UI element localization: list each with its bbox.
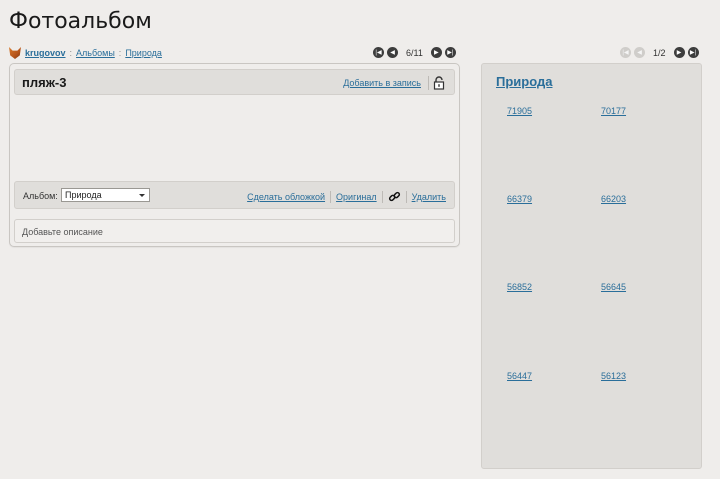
photo-actions: Сделать обложкой Оригинал Удалить (247, 190, 446, 203)
original-link[interactable]: Оригинал (336, 192, 377, 202)
lock-icon[interactable] (433, 76, 445, 90)
last-photo-icon[interactable]: ▶| (444, 47, 456, 58)
delete-link[interactable]: Удалить (412, 192, 446, 202)
divider (405, 190, 407, 203)
thumbnail-link[interactable]: 66203 (601, 194, 626, 204)
next-photo-icon[interactable]: ▶ (430, 47, 442, 58)
divider (381, 190, 383, 203)
divider (330, 190, 332, 203)
thumbnail-link[interactable]: 56123 (601, 371, 626, 381)
album-select-value: Природа (65, 190, 102, 200)
photo-toolbar: Альбом: Природа Сделать обложкой Оригина… (14, 181, 455, 209)
divider (428, 76, 429, 90)
last-page-icon[interactable]: ▶| (687, 47, 699, 58)
thumbnail-link[interactable]: 71905 (507, 106, 532, 116)
prev-photo-icon[interactable]: ◀ (387, 47, 398, 58)
first-photo-icon[interactable]: |◀ (373, 47, 384, 58)
photo-title: пляж-3 (22, 75, 67, 90)
album-panel: Природа 71905 70177 66379 66203 56852 56… (481, 63, 702, 469)
photo-counter: 6/11 (406, 47, 423, 58)
user-avatar-icon (9, 47, 21, 59)
photo-pager: |◀ ◀ 6/11 ▶ ▶| (373, 47, 456, 58)
breadcrumb-separator: : (118, 48, 122, 58)
chevron-down-icon (139, 194, 145, 197)
thumbnail-link[interactable]: 66379 (507, 194, 532, 204)
breadcrumb-album-link[interactable]: Природа (125, 48, 162, 58)
first-page-icon[interactable]: |◀ (620, 47, 631, 58)
next-page-icon[interactable]: ▶ (673, 47, 685, 58)
album-pager: |◀ ◀ 1/2 ▶ ▶| (620, 47, 699, 58)
breadcrumb: krugovov : Альбомы : Природа (9, 46, 162, 60)
breadcrumb-separator: : (69, 48, 73, 58)
breadcrumb-user-link[interactable]: krugovov (25, 48, 66, 58)
description-field[interactable]: Добавьте описание (14, 219, 455, 243)
link-icon[interactable] (388, 190, 401, 203)
prev-page-icon[interactable]: ◀ (634, 47, 645, 58)
album-label: Альбом: (23, 191, 58, 201)
add-to-post-link[interactable]: Добавить в запись (343, 78, 421, 88)
album-title-link[interactable]: Природа (496, 74, 552, 89)
thumbnail-link[interactable]: 56645 (601, 282, 626, 292)
album-select[interactable]: Природа (61, 188, 150, 202)
breadcrumb-albums-link[interactable]: Альбомы (76, 48, 115, 58)
thumbnail-link[interactable]: 56447 (507, 371, 532, 381)
thumbnail-link[interactable]: 56852 (507, 282, 532, 292)
photo-panel: пляж-3 Добавить в запись Альбом: Природа… (9, 63, 460, 247)
photo-header: пляж-3 Добавить в запись (14, 69, 455, 95)
make-cover-link[interactable]: Сделать обложкой (247, 192, 325, 202)
page-title: Фотоальбом (9, 9, 152, 34)
thumbnail-link[interactable]: 70177 (601, 106, 626, 116)
album-page-counter: 1/2 (653, 47, 666, 58)
